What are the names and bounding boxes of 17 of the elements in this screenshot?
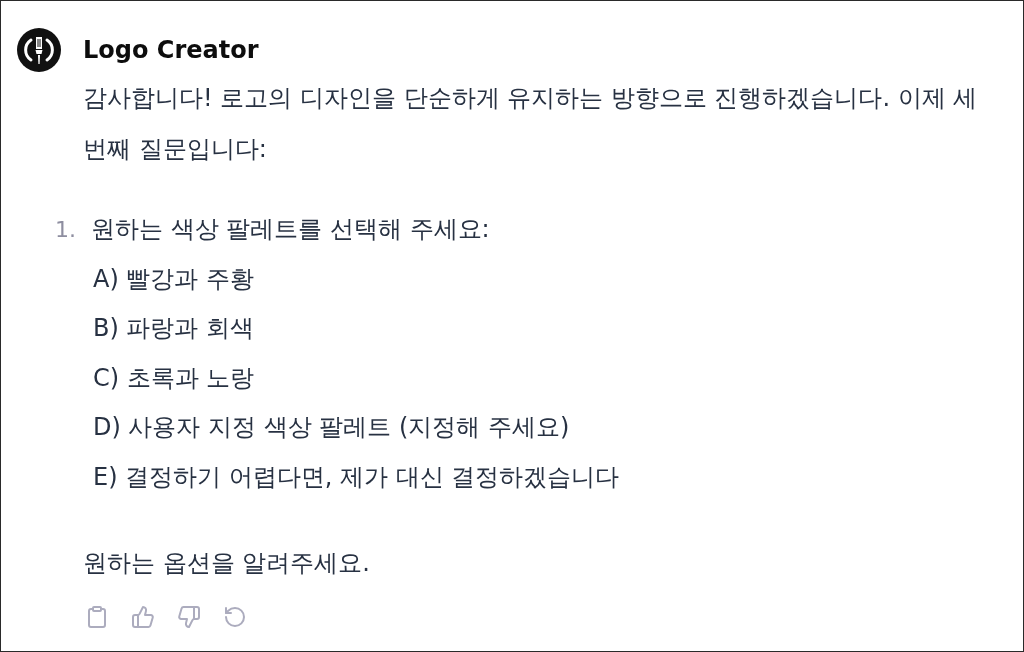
option-text: D) 사용자 지정 색상 팔레트 (지정해 주세요) (92, 412, 570, 443)
assistant-name: Logo Creator (83, 35, 259, 66)
option-text: C) 초록과 노랑 (92, 362, 255, 394)
message-paragraph: 감사합니다! 로고의 디자인을 단순하게 유지하는 방향으로 진행하겠습니다. 이제 세 번째 질문입니다: (83, 83, 979, 165)
thumbs-down-button[interactable] (175, 603, 203, 631)
list-number: 1. (55, 216, 77, 244)
closing-paragraph: 원하는 옵션을 알려주세요. (83, 548, 370, 579)
list-item-text: 원하는 색상 팔레트를 선택해 주세요: (91, 214, 490, 245)
option-text: E) 결정하기 어렵다면, 제가 대신 결정하겠습니다 (92, 461, 620, 493)
thumbs-up-icon (131, 605, 155, 629)
regenerate-icon (223, 605, 247, 629)
brush-logo-icon (17, 28, 61, 72)
option-text: A) 빨강과 주황 (92, 263, 255, 295)
thumbs-down-icon (177, 605, 201, 629)
option-text: B) 파랑과 회색 (92, 313, 255, 344)
thumbs-up-button[interactable] (129, 603, 157, 631)
clipboard-icon (85, 605, 109, 629)
